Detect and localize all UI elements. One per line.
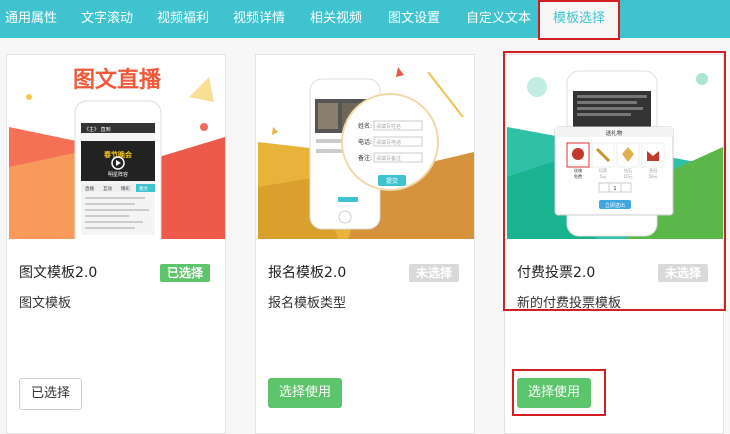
tab-image-text[interactable]: 图文设置 [388,0,440,38]
tab-related-videos[interactable]: 相关视频 [310,0,362,38]
tab-custom-text[interactable]: 自定义文本 [466,0,531,38]
preview-label-name: 姓名: [358,122,372,130]
preview-price-3: 10元 [623,174,632,179]
template-description: 图文模板 [19,296,72,311]
preview-tab-4: 图文 [139,185,148,192]
status-badge-selected: 已选择 [160,264,211,282]
preview-quantity: 1 [613,186,616,192]
tab-general[interactable]: 通用属性 [5,0,57,38]
status-badge-unselected: 未选择 [658,264,709,282]
preview-placeholder-note: 请填写备注 [376,155,401,162]
preview-price-4: 50元 [648,174,657,179]
template-title: 图文模板2.0 [19,265,98,281]
template-description: 新的付费投票模板 [517,296,622,311]
preview-placeholder-phone: 请填写电话 [376,139,401,146]
preview-label-note: 备注: [358,154,372,162]
preview-confirm: 立即送出 [605,202,625,209]
tab-video-details[interactable]: 视频详情 [233,0,285,38]
template-card-paid-vote: 送礼物 玫瑰 话筒 钻石 皇冠 免费 5元 10元 50元 1 立即送出 付费投… [504,54,724,434]
template-card-image-text: 图文直播 《主》 直到 春节晚会 明星阵容 直播 互动 精彩 图文 图文模板2.… [6,54,226,434]
select-use-button[interactable]: 选择使用 [268,378,343,408]
preview-phone-header: 《主》 直到 [84,126,111,133]
preview-gift-1: 玫瑰 [574,167,582,173]
tab-template-select[interactable]: 模板选择 [540,0,618,38]
template-description: 报名模板类型 [268,296,347,311]
template-title: 付费投票2.0 [517,265,596,281]
preview-price-1: 免费 [574,173,582,179]
preview-dialog-title: 送礼物 [606,129,623,137]
tab-bar: 通用属性 文字滚动 视频福利 视频详情 相关视频 图文设置 自定义文本 模板选择 [0,0,730,38]
preview-gift-2: 话筒 [599,167,607,173]
preview-tab-1: 直播 [85,185,94,192]
preview-gift-4: 皇冠 [649,167,657,173]
preview-video-sub: 明星阵容 [108,171,128,178]
preview-label-phone: 电话: [358,138,372,146]
tab-video-benefits[interactable]: 视频福利 [157,0,209,38]
template-preview-paid-vote: 送礼物 玫瑰 话筒 钻石 皇冠 免费 5元 10元 50元 1 立即送出 [507,57,723,239]
template-title: 报名模板2.0 [268,265,347,281]
select-use-button[interactable]: 选择使用 [517,378,592,408]
preview-tab-3: 精彩 [121,185,130,192]
template-preview-signup: 姓名: 请填写姓名 电话: 请填写电话 备注: 请填写备注 提交 [258,57,474,239]
preview-banner-text: 图文直播 [73,67,162,93]
preview-submit: 提交 [386,177,398,185]
template-card-signup: 姓名: 请填写姓名 电话: 请填写电话 备注: 请填写备注 提交 报名模板2.0… [255,54,475,434]
selected-button[interactable]: 已选择 [19,378,83,410]
template-preview-image-text: 图文直播 《主》 直到 春节晚会 明星阵容 直播 互动 精彩 图文 [9,57,225,239]
preview-gift-3: 钻石 [624,167,632,173]
tab-text-scroll[interactable]: 文字滚动 [81,0,133,38]
preview-placeholder-name: 请填写姓名 [376,123,401,130]
status-badge-unselected: 未选择 [409,264,460,282]
preview-price-2: 5元 [600,174,607,179]
preview-tab-2: 互动 [103,185,112,192]
